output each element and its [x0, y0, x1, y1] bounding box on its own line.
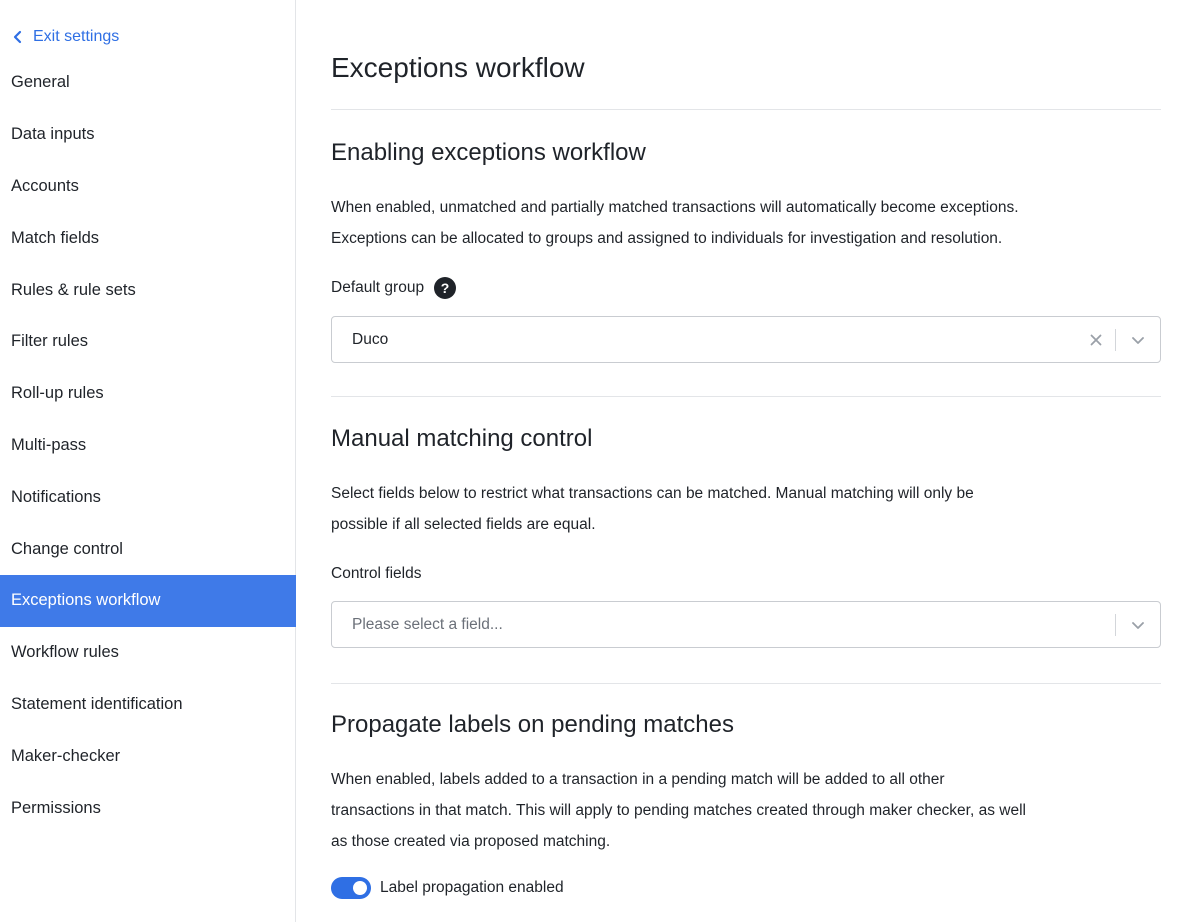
chevron-down-icon[interactable] [1130, 617, 1146, 633]
clear-icon[interactable] [1087, 331, 1105, 349]
page-title: Exceptions workflow [331, 52, 585, 83]
divider [331, 396, 1161, 397]
propagate-description-line3: as those created via proposed matching. [331, 833, 611, 850]
sidebar-item-maker-checker[interactable]: Maker-checker [0, 730, 296, 782]
exit-settings-link[interactable]: Exit settings [11, 26, 119, 48]
control-fields-label-text: Control fields [331, 565, 422, 582]
label-propagation-toggle[interactable] [331, 877, 371, 899]
help-icon[interactable]: ? [434, 277, 457, 299]
default-group-select[interactable]: Duco [331, 316, 1161, 363]
settings-sidebar: Exit settings General Data inputs Accoun… [0, 0, 296, 922]
propagate-description-line1: When enabled, labels added to a transact… [331, 771, 945, 788]
sidebar-item-roll-up-rules[interactable]: Roll-up rules [0, 368, 296, 420]
control-fields-select[interactable]: Please select a field... [331, 601, 1161, 648]
toggle-knob [353, 881, 367, 895]
enabling-description-line2: Exceptions can be allocated to groups an… [331, 230, 1003, 247]
select-separator [1115, 328, 1116, 351]
divider [331, 109, 1161, 110]
sidebar-item-exceptions-workflow[interactable]: Exceptions workflow [0, 574, 296, 627]
label-propagation-toggle-row[interactable]: Label propagation enabled [331, 877, 564, 899]
sidebar-item-match-fields[interactable]: Match fields [0, 212, 296, 264]
sidebar-item-accounts[interactable]: Accounts [0, 161, 296, 213]
control-fields-label: Control fields [331, 565, 421, 583]
sidebar-item-general[interactable]: General [0, 57, 296, 109]
settings-nav: General Data inputs Accounts Match field… [0, 57, 296, 834]
label-propagation-toggle-label: Label propagation enabled [380, 879, 564, 896]
exit-settings-label: Exit settings [33, 28, 120, 45]
sidebar-item-filter-rules[interactable]: Filter rules [0, 316, 296, 368]
default-group-label-row: Default group ? [331, 277, 457, 299]
sidebar-item-permissions[interactable]: Permissions [0, 782, 296, 834]
sidebar-item-statement-identification[interactable]: Statement identification [0, 679, 296, 731]
enabling-section-title: Enabling exceptions workflow [331, 139, 646, 166]
chevron-down-icon[interactable] [1130, 332, 1146, 348]
sidebar-item-notifications[interactable]: Notifications [0, 471, 296, 523]
enabling-description-line1: When enabled, unmatched and partially ma… [331, 199, 1019, 216]
divider [331, 683, 1161, 684]
default-group-value: Duco [352, 330, 389, 348]
propagate-description-line2: transactions in that match. This will ap… [331, 802, 1026, 819]
sidebar-item-rules-rule-sets[interactable]: Rules & rule sets [0, 264, 296, 316]
manual-description-line2: possible if all selected fields are equa… [331, 516, 596, 533]
propagate-section-title: Propagate labels on pending matches [331, 711, 734, 738]
control-fields-placeholder: Please select a field... [352, 615, 503, 633]
sidebar-item-multi-pass[interactable]: Multi-pass [0, 420, 296, 472]
sidebar-item-workflow-rules[interactable]: Workflow rules [0, 627, 296, 679]
default-group-label: Default group [331, 279, 425, 296]
select-separator [1115, 613, 1116, 636]
sidebar-item-data-inputs[interactable]: Data inputs [0, 109, 296, 161]
manual-description-line1: Select fields below to restrict what tra… [331, 485, 974, 502]
chevron-left-icon [13, 30, 22, 44]
sidebar-item-change-control[interactable]: Change control [0, 523, 296, 575]
manual-section-title: Manual matching control [331, 425, 593, 452]
